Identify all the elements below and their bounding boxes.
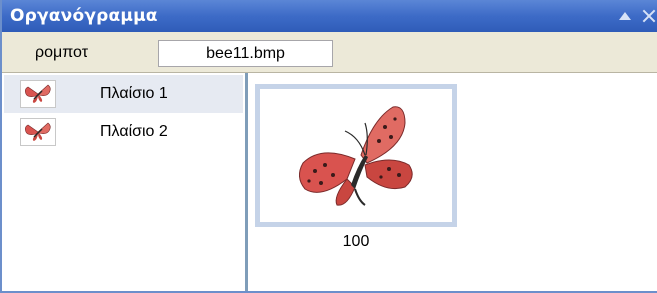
- butterfly-thumbnail-icon: [20, 118, 56, 146]
- frame-item-2[interactable]: Πλαίσιο 2: [4, 113, 243, 151]
- preview-panel: 100: [248, 73, 657, 291]
- butterfly-image: [299, 105, 413, 206]
- organogram-window: Οργανόγραμμα ρομποτ bee11.bmp Πλαίσιο 1: [0, 0, 657, 293]
- frame-item-1[interactable]: Πλαίσιο 1: [4, 75, 243, 113]
- butterfly-thumbnail-icon: [20, 80, 56, 108]
- close-icon[interactable]: [641, 8, 657, 24]
- frames-list: Πλαίσιο 1 Πλαίσιο 2: [2, 73, 248, 291]
- chevron-up-icon[interactable]: [619, 12, 631, 20]
- frame-label: Πλαίσιο 2: [100, 123, 168, 140]
- preview-caption: 100: [342, 233, 370, 250]
- window-title: Οργανόγραμμα: [10, 6, 158, 26]
- frame-label: Πλαίσιο 1: [100, 85, 168, 102]
- title-controls: [619, 0, 657, 32]
- robot-label: ρομποτ: [35, 44, 89, 61]
- toolbar: ρομποτ bee11.bmp: [2, 32, 657, 73]
- file-name-field[interactable]: bee11.bmp: [158, 40, 333, 67]
- title-bar[interactable]: Οργανόγραμμα: [2, 0, 657, 32]
- frame-preview-card[interactable]: [255, 84, 457, 227]
